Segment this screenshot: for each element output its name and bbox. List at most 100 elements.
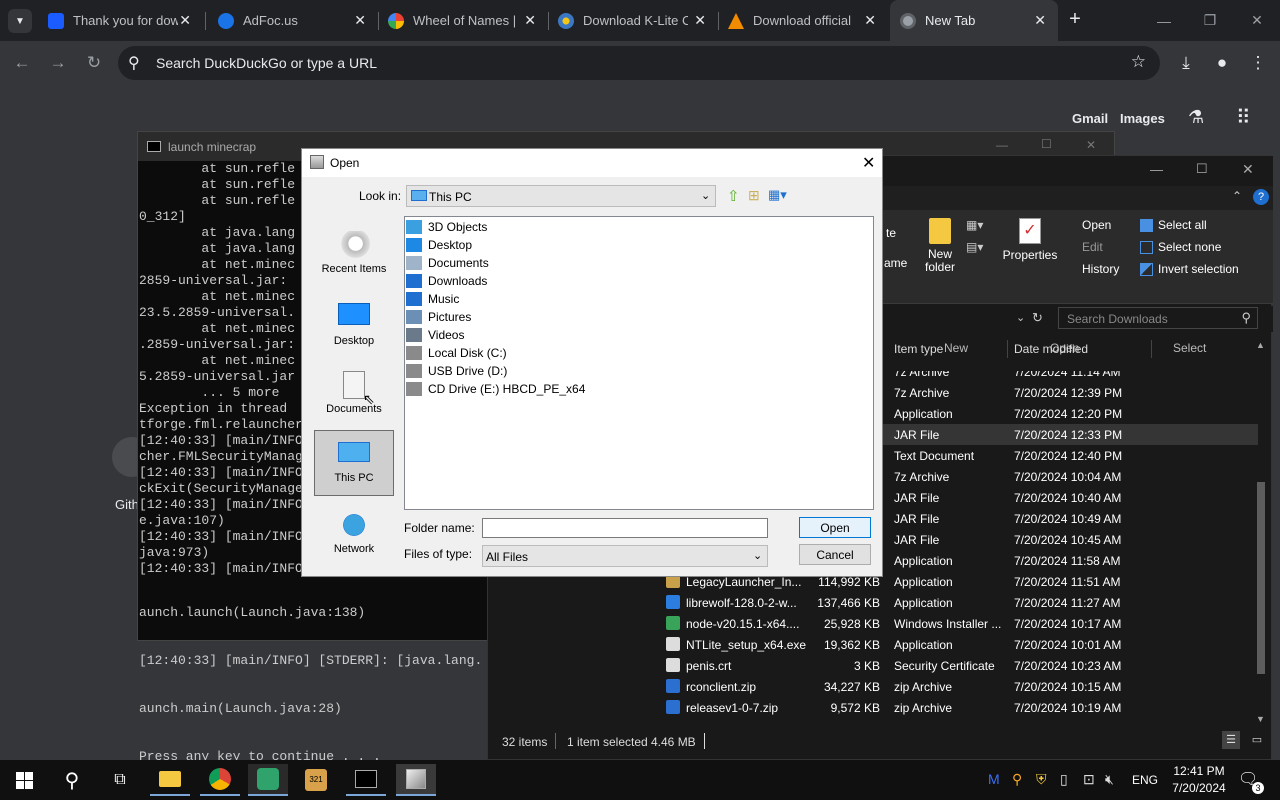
cancel-button[interactable]: Cancel bbox=[799, 544, 871, 565]
omnibox[interactable]: ⚲ Search DuckDuckGo or type a URL ☆ bbox=[118, 46, 1160, 80]
reload-button[interactable]: ↻ bbox=[80, 49, 108, 77]
new-item-icon[interactable]: ▦▾ bbox=[966, 218, 983, 232]
tray-app-icon[interactable]: M bbox=[988, 771, 1000, 787]
up-folder-icon[interactable]: ⇧ bbox=[727, 187, 740, 205]
large-icons-view-icon[interactable]: ▭ bbox=[1248, 731, 1266, 749]
close-tab-icon[interactable]: ✕ bbox=[524, 12, 536, 29]
menu-button[interactable]: ⋮ bbox=[1244, 49, 1272, 77]
folder-list-item[interactable]: Downloads bbox=[406, 272, 487, 290]
view-menu-icon[interactable]: ▦▾ bbox=[768, 187, 787, 203]
browser-tab[interactable]: AdFoc.us ✕ bbox=[208, 0, 378, 41]
column-header-type[interactable]: Item type bbox=[894, 342, 943, 356]
minimize-icon[interactable]: — bbox=[996, 138, 1008, 152]
place-recent-items[interactable]: Recent Items bbox=[314, 231, 394, 275]
browser-tab[interactable]: Wheel of Names | ✕ bbox=[378, 0, 548, 41]
place-desktop[interactable]: Desktop bbox=[314, 303, 394, 347]
select-all-button[interactable]: Select all bbox=[1158, 218, 1207, 232]
close-tab-icon[interactable]: ✕ bbox=[179, 12, 191, 29]
folder-list-item[interactable]: Videos bbox=[406, 326, 464, 344]
labs-flask-icon[interactable]: ⚗ bbox=[1188, 107, 1204, 128]
minimize-icon[interactable]: — bbox=[1150, 162, 1163, 177]
folder-list-item[interactable]: Local Disk (C:) bbox=[406, 344, 507, 362]
images-link[interactable]: Images bbox=[1120, 111, 1165, 126]
refresh-icon[interactable]: ↻ bbox=[1032, 310, 1043, 326]
close-tab-icon[interactable]: ✕ bbox=[354, 12, 366, 29]
close-tab-icon[interactable]: ✕ bbox=[864, 12, 876, 29]
close-icon[interactable]: ✕ bbox=[1242, 161, 1254, 178]
folder-list-item[interactable]: Desktop bbox=[406, 236, 472, 254]
close-icon[interactable]: ✕ bbox=[1086, 138, 1096, 152]
browser-tab[interactable]: Thank you for dow ✕ bbox=[38, 0, 203, 41]
file-explorer-taskbar-button[interactable] bbox=[150, 764, 190, 796]
column-header-date[interactable]: Date modified bbox=[1014, 342, 1088, 356]
help-icon[interactable]: ? bbox=[1253, 189, 1269, 205]
apps-grid-icon[interactable]: ⠿ bbox=[1236, 105, 1251, 130]
network-tray-icon[interactable]: ⊡ bbox=[1083, 771, 1095, 788]
restore-button[interactable]: ❐ bbox=[1187, 0, 1233, 41]
console-taskbar-button[interactable] bbox=[346, 764, 386, 796]
folder-name-input[interactable] bbox=[482, 518, 768, 538]
folder-list-item[interactable]: Music bbox=[406, 290, 459, 308]
browser-tab-active[interactable]: New Tab ✕ bbox=[890, 0, 1058, 41]
downloads-button[interactable]: ⤓ bbox=[1172, 49, 1200, 77]
browser-tab[interactable]: Download official ✕ bbox=[718, 0, 888, 41]
close-window-button[interactable]: ✕ bbox=[1234, 0, 1280, 41]
usb-icon[interactable]: ▯ bbox=[1060, 771, 1068, 788]
profile-button[interactable]: ● bbox=[1208, 49, 1236, 77]
maximize-icon[interactable]: ☐ bbox=[1196, 161, 1208, 177]
history-button[interactable]: History bbox=[1082, 262, 1119, 276]
forward-button[interactable]: → bbox=[44, 49, 72, 77]
files-of-type-dropdown[interactable]: All Files ⌄ bbox=[482, 545, 768, 567]
properties-button[interactable]: ✓ Properties bbox=[1002, 218, 1058, 288]
java-taskbar-button[interactable] bbox=[396, 764, 436, 796]
bookmark-star-icon[interactable]: ☆ bbox=[1131, 52, 1146, 72]
open-button[interactable]: Open bbox=[799, 517, 871, 538]
new-folder-icon[interactable]: ⊞ bbox=[748, 187, 760, 204]
folder-list-item[interactable]: Documents bbox=[406, 254, 489, 272]
place-documents[interactable]: Documents bbox=[314, 371, 394, 415]
chevron-down-icon[interactable]: ⌄ bbox=[1016, 311, 1025, 324]
chrome-taskbar-button[interactable] bbox=[200, 764, 240, 796]
details-view-icon[interactable]: ☰ bbox=[1222, 731, 1240, 749]
search-box[interactable]: Search Downloads ⚲ bbox=[1058, 307, 1258, 329]
gmail-link[interactable]: Gmail bbox=[1072, 111, 1108, 126]
task-view-button[interactable]: ⧉ bbox=[100, 764, 140, 796]
clock-time[interactable]: 12:41 PM bbox=[1168, 764, 1230, 778]
tray-search-icon[interactable]: ⚲ bbox=[1012, 771, 1022, 788]
look-in-dropdown[interactable]: This PC ⌄ bbox=[406, 185, 716, 207]
start-button[interactable] bbox=[4, 764, 44, 796]
tray-shield-icon[interactable]: ⛨ bbox=[1036, 771, 1047, 788]
browser-tab[interactable]: Download K-Lite C ✕ bbox=[548, 0, 718, 41]
close-tab-icon[interactable]: ✕ bbox=[694, 12, 706, 29]
open-menu-button[interactable]: Open bbox=[1082, 218, 1111, 232]
file-row[interactable]: rconclient.zip 34,227 KB zip Archive 7/20/2… bbox=[488, 676, 1258, 697]
open-file-dialog[interactable]: Open ✕ Look in: This PC ⌄ ⇧ ⊞ ▦▾ Recent … bbox=[301, 148, 883, 577]
scroll-down-icon[interactable]: ▼ bbox=[1256, 714, 1265, 724]
language-indicator[interactable]: ENG bbox=[1132, 773, 1158, 787]
scroll-up-icon[interactable]: ▲ bbox=[1256, 340, 1265, 350]
edit-button[interactable]: Edit bbox=[1082, 240, 1103, 254]
maximize-icon[interactable]: ☐ bbox=[1041, 137, 1052, 151]
scroll-thumb[interactable] bbox=[1257, 482, 1265, 674]
new-tab-button[interactable]: + bbox=[1064, 8, 1086, 32]
minimize-button[interactable]: — bbox=[1141, 0, 1187, 41]
tab-search-button[interactable]: ▼ bbox=[8, 9, 32, 33]
folder-list-item[interactable]: USB Drive (D:) bbox=[406, 362, 507, 380]
search-button[interactable]: ⚲ bbox=[52, 764, 92, 796]
new-folder-button[interactable]: New folder bbox=[920, 218, 960, 278]
file-row[interactable]: penis.crt 3 KB Security Certificate 7/20/20… bbox=[488, 655, 1258, 676]
file-row[interactable]: librewolf-128.0-2-w... 137,466 KB Applicat… bbox=[488, 592, 1258, 613]
select-none-button[interactable]: Select none bbox=[1158, 240, 1221, 254]
clock-date[interactable]: 7/20/2024 bbox=[1168, 781, 1230, 795]
back-button[interactable]: ← bbox=[8, 49, 36, 77]
collapse-ribbon-icon[interactable]: ⌃ bbox=[1232, 189, 1242, 203]
file-row[interactable]: NTLite_setup_x64.exe 19,362 KB Application… bbox=[488, 634, 1258, 655]
folder-list-item[interactable]: Pictures bbox=[406, 308, 471, 326]
vertical-scrollbar[interactable]: ▲ ▼ bbox=[1254, 340, 1268, 726]
volume-muted-icon[interactable]: 🔇︎ bbox=[1105, 771, 1114, 788]
invert-selection-button[interactable]: Invert selection bbox=[1158, 262, 1239, 276]
app-taskbar-button[interactable] bbox=[248, 764, 288, 796]
close-icon[interactable]: ✕ bbox=[862, 153, 875, 173]
place-this-pc[interactable]: This PC bbox=[314, 430, 394, 496]
file-row[interactable]: node-v20.15.1-x64.... 25,928 KB Windows In… bbox=[488, 613, 1258, 634]
